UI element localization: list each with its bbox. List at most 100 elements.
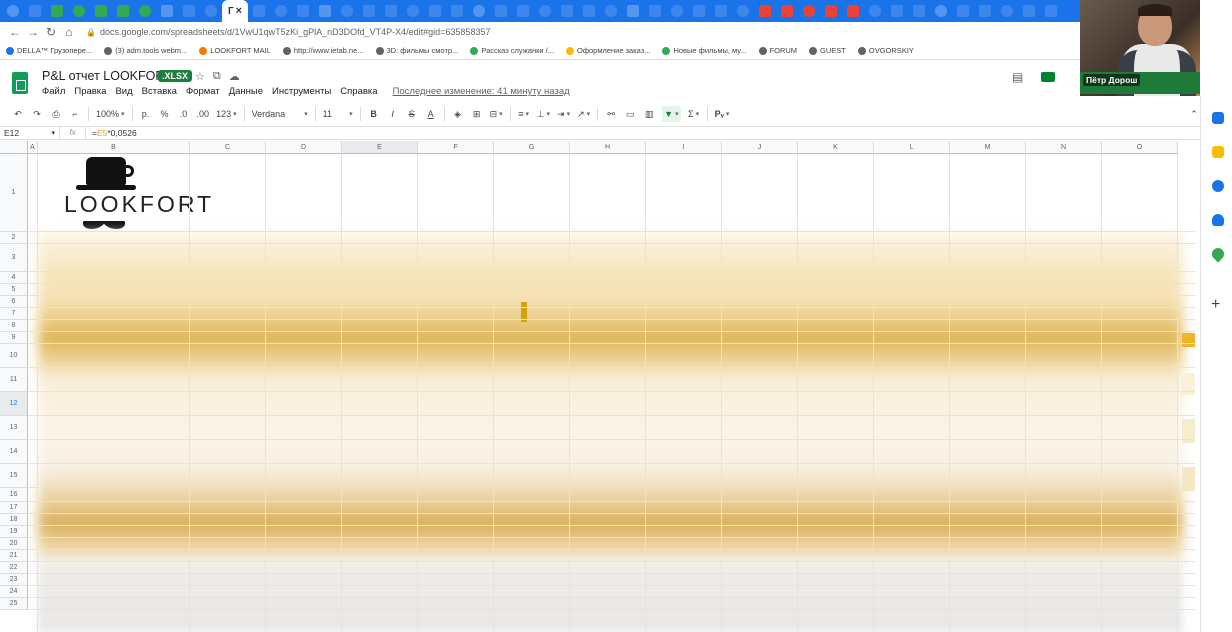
functions-button[interactable]: Σ bbox=[688, 106, 700, 122]
browser-tab[interactable] bbox=[156, 0, 178, 22]
browser-tab[interactable] bbox=[402, 0, 424, 22]
column-header[interactable]: N bbox=[1026, 141, 1102, 154]
url-field[interactable]: 🔒 docs.google.com/spreadsheets/d/1VwU1qw… bbox=[86, 27, 490, 37]
cloud-status-icon[interactable]: ☁ bbox=[229, 70, 240, 83]
back-icon[interactable]: ← bbox=[6, 25, 24, 39]
browser-tab[interactable] bbox=[578, 0, 600, 22]
redo-icon[interactable]: ↷ bbox=[31, 106, 43, 122]
row-header[interactable]: 12 bbox=[0, 392, 28, 416]
browser-tab-active[interactable]: Г × bbox=[222, 0, 248, 22]
meet-icon[interactable] bbox=[1041, 72, 1056, 82]
browser-tab[interactable] bbox=[248, 0, 270, 22]
row-header[interactable]: 5 bbox=[0, 284, 28, 296]
undo-icon[interactable]: ↶ bbox=[12, 106, 24, 122]
row-header[interactable]: 14 bbox=[0, 440, 28, 464]
column-header[interactable]: I bbox=[646, 141, 722, 154]
keep-icon[interactable] bbox=[1212, 146, 1224, 158]
zoom-select[interactable]: 100% bbox=[96, 106, 125, 122]
browser-tab[interactable] bbox=[534, 0, 556, 22]
column-header[interactable]: A bbox=[28, 141, 38, 154]
font-select[interactable]: Verdana bbox=[252, 106, 308, 122]
move-folder-icon[interactable]: ⧉ bbox=[213, 70, 221, 83]
contacts-icon[interactable] bbox=[1212, 214, 1224, 226]
row-header[interactable]: 2 bbox=[0, 232, 28, 244]
percent-format-button[interactable]: % bbox=[159, 106, 171, 122]
more-formats-button[interactable]: 123 bbox=[216, 106, 237, 122]
input-tools-icon[interactable]: Pᵥ bbox=[715, 106, 730, 122]
row-header[interactable]: 25 bbox=[0, 598, 28, 610]
row-header[interactable]: 4 bbox=[0, 272, 28, 284]
row-header[interactable]: 24 bbox=[0, 586, 28, 598]
row-header[interactable]: 13 bbox=[0, 416, 28, 440]
browser-tab[interactable] bbox=[314, 0, 336, 22]
browser-tab[interactable] bbox=[424, 0, 446, 22]
row-header[interactable]: 10 bbox=[0, 344, 28, 368]
bookmark-item[interactable]: http://www.ietab.ne... bbox=[282, 46, 364, 55]
bookmark-item[interactable]: Рассказ служанки /... bbox=[470, 46, 554, 55]
spreadsheet-grid[interactable]: LOOKFORT A B C D E F G H I J K L M N O 1 2 3 4 5 6 7 8 9 10 11 12 1… bbox=[0, 141, 1195, 632]
browser-tab[interactable] bbox=[270, 0, 292, 22]
row-header[interactable]: 1 bbox=[0, 154, 28, 232]
bookmark-item[interactable]: GUEST bbox=[809, 46, 846, 55]
borders-icon[interactable]: ⊞ bbox=[471, 106, 483, 122]
tasks-icon[interactable] bbox=[1212, 180, 1224, 192]
browser-tab[interactable] bbox=[68, 0, 90, 22]
browser-tab[interactable] bbox=[556, 0, 578, 22]
menu-item[interactable]: Формат bbox=[186, 86, 220, 97]
calendar-icon[interactable] bbox=[1212, 112, 1224, 124]
insert-link-icon[interactable]: ⚯ bbox=[605, 106, 617, 122]
bookmark-item[interactable]: (3) adm.tools webm... bbox=[104, 46, 187, 55]
column-header[interactable]: B bbox=[38, 141, 190, 154]
currency-format-button[interactable]: р. bbox=[140, 106, 152, 122]
last-edit-link[interactable]: Последнее изменение: 41 минуту назад bbox=[393, 86, 570, 97]
menu-item[interactable]: Вставка bbox=[142, 86, 177, 97]
column-header[interactable]: G bbox=[494, 141, 570, 154]
browser-tab[interactable] bbox=[336, 0, 358, 22]
browser-tab[interactable] bbox=[46, 0, 68, 22]
bookmark-item[interactable]: Новые фильмы, му... bbox=[662, 46, 747, 55]
close-icon[interactable]: × bbox=[236, 5, 242, 17]
bookmark-item[interactable]: FORUM bbox=[758, 46, 797, 55]
browser-tab[interactable] bbox=[776, 0, 798, 22]
bold-button[interactable]: B bbox=[368, 106, 380, 122]
column-header[interactable]: F bbox=[418, 141, 494, 154]
browser-tab[interactable] bbox=[798, 0, 820, 22]
filter-icon[interactable]: ▼ bbox=[662, 106, 681, 122]
name-box[interactable]: E12 ▾ bbox=[0, 127, 60, 139]
browser-tab[interactable] bbox=[468, 0, 490, 22]
sheets-logo-icon[interactable] bbox=[12, 72, 28, 94]
comments-icon[interactable]: ▤ bbox=[1012, 70, 1023, 84]
menu-item[interactable]: Вид bbox=[115, 86, 132, 97]
browser-tab[interactable] bbox=[644, 0, 666, 22]
row-header[interactable]: 22 bbox=[0, 562, 28, 574]
column-header[interactable]: C bbox=[190, 141, 266, 154]
text-wrap-icon[interactable]: ⇥ bbox=[557, 106, 570, 122]
row-header[interactable]: 3 bbox=[0, 244, 28, 272]
row-header[interactable]: 11 bbox=[0, 368, 28, 392]
browser-tab[interactable] bbox=[666, 0, 688, 22]
browser-tab[interactable] bbox=[930, 0, 952, 22]
browser-tab[interactable] bbox=[24, 0, 46, 22]
row-header[interactable]: 8 bbox=[0, 320, 28, 332]
row-header[interactable]: 15 bbox=[0, 464, 28, 488]
menu-item[interactable]: Справка bbox=[340, 86, 377, 97]
horizontal-align-icon[interactable]: ≡ bbox=[518, 106, 530, 122]
browser-tab[interactable] bbox=[688, 0, 710, 22]
browser-tab[interactable] bbox=[1018, 0, 1040, 22]
column-header[interactable]: H bbox=[570, 141, 646, 154]
row-header[interactable]: 19 bbox=[0, 526, 28, 538]
browser-tab[interactable] bbox=[622, 0, 644, 22]
row-header[interactable]: 21 bbox=[0, 550, 28, 562]
formula-input[interactable]: =E5*0,0526 bbox=[86, 128, 137, 138]
text-color-button[interactable]: A bbox=[425, 106, 437, 122]
browser-tab[interactable] bbox=[864, 0, 886, 22]
strikethrough-button[interactable]: S bbox=[406, 106, 418, 122]
browser-tab[interactable] bbox=[490, 0, 512, 22]
browser-tab[interactable] bbox=[358, 0, 380, 22]
menu-item[interactable]: Инструменты bbox=[272, 86, 331, 97]
star-icon[interactable]: ☆ bbox=[195, 70, 205, 83]
browser-tab[interactable] bbox=[1040, 0, 1062, 22]
bookmark-item[interactable]: LOOKFORT MAIL bbox=[199, 46, 271, 55]
browser-tab[interactable] bbox=[820, 0, 842, 22]
menu-item[interactable]: Файл bbox=[42, 86, 65, 97]
